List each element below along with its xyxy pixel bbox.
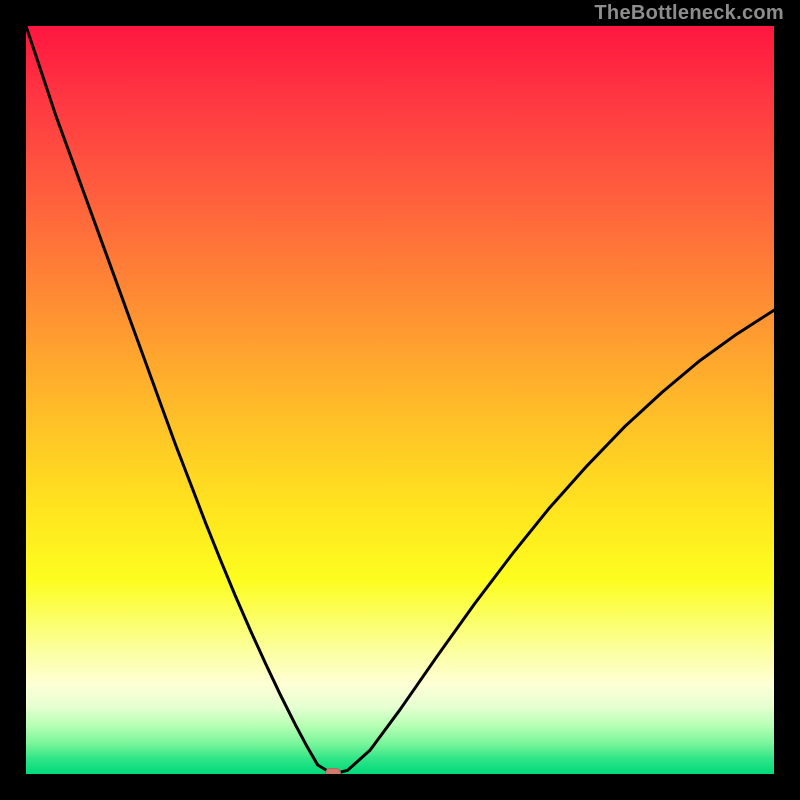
- watermark-text: TheBottleneck.com: [594, 2, 784, 25]
- optimal-point-marker: [325, 768, 341, 774]
- plot-area: [26, 26, 774, 774]
- curve-svg: [26, 26, 774, 774]
- bottleneck-curve: [26, 26, 774, 774]
- chart-frame: TheBottleneck.com: [0, 0, 800, 800]
